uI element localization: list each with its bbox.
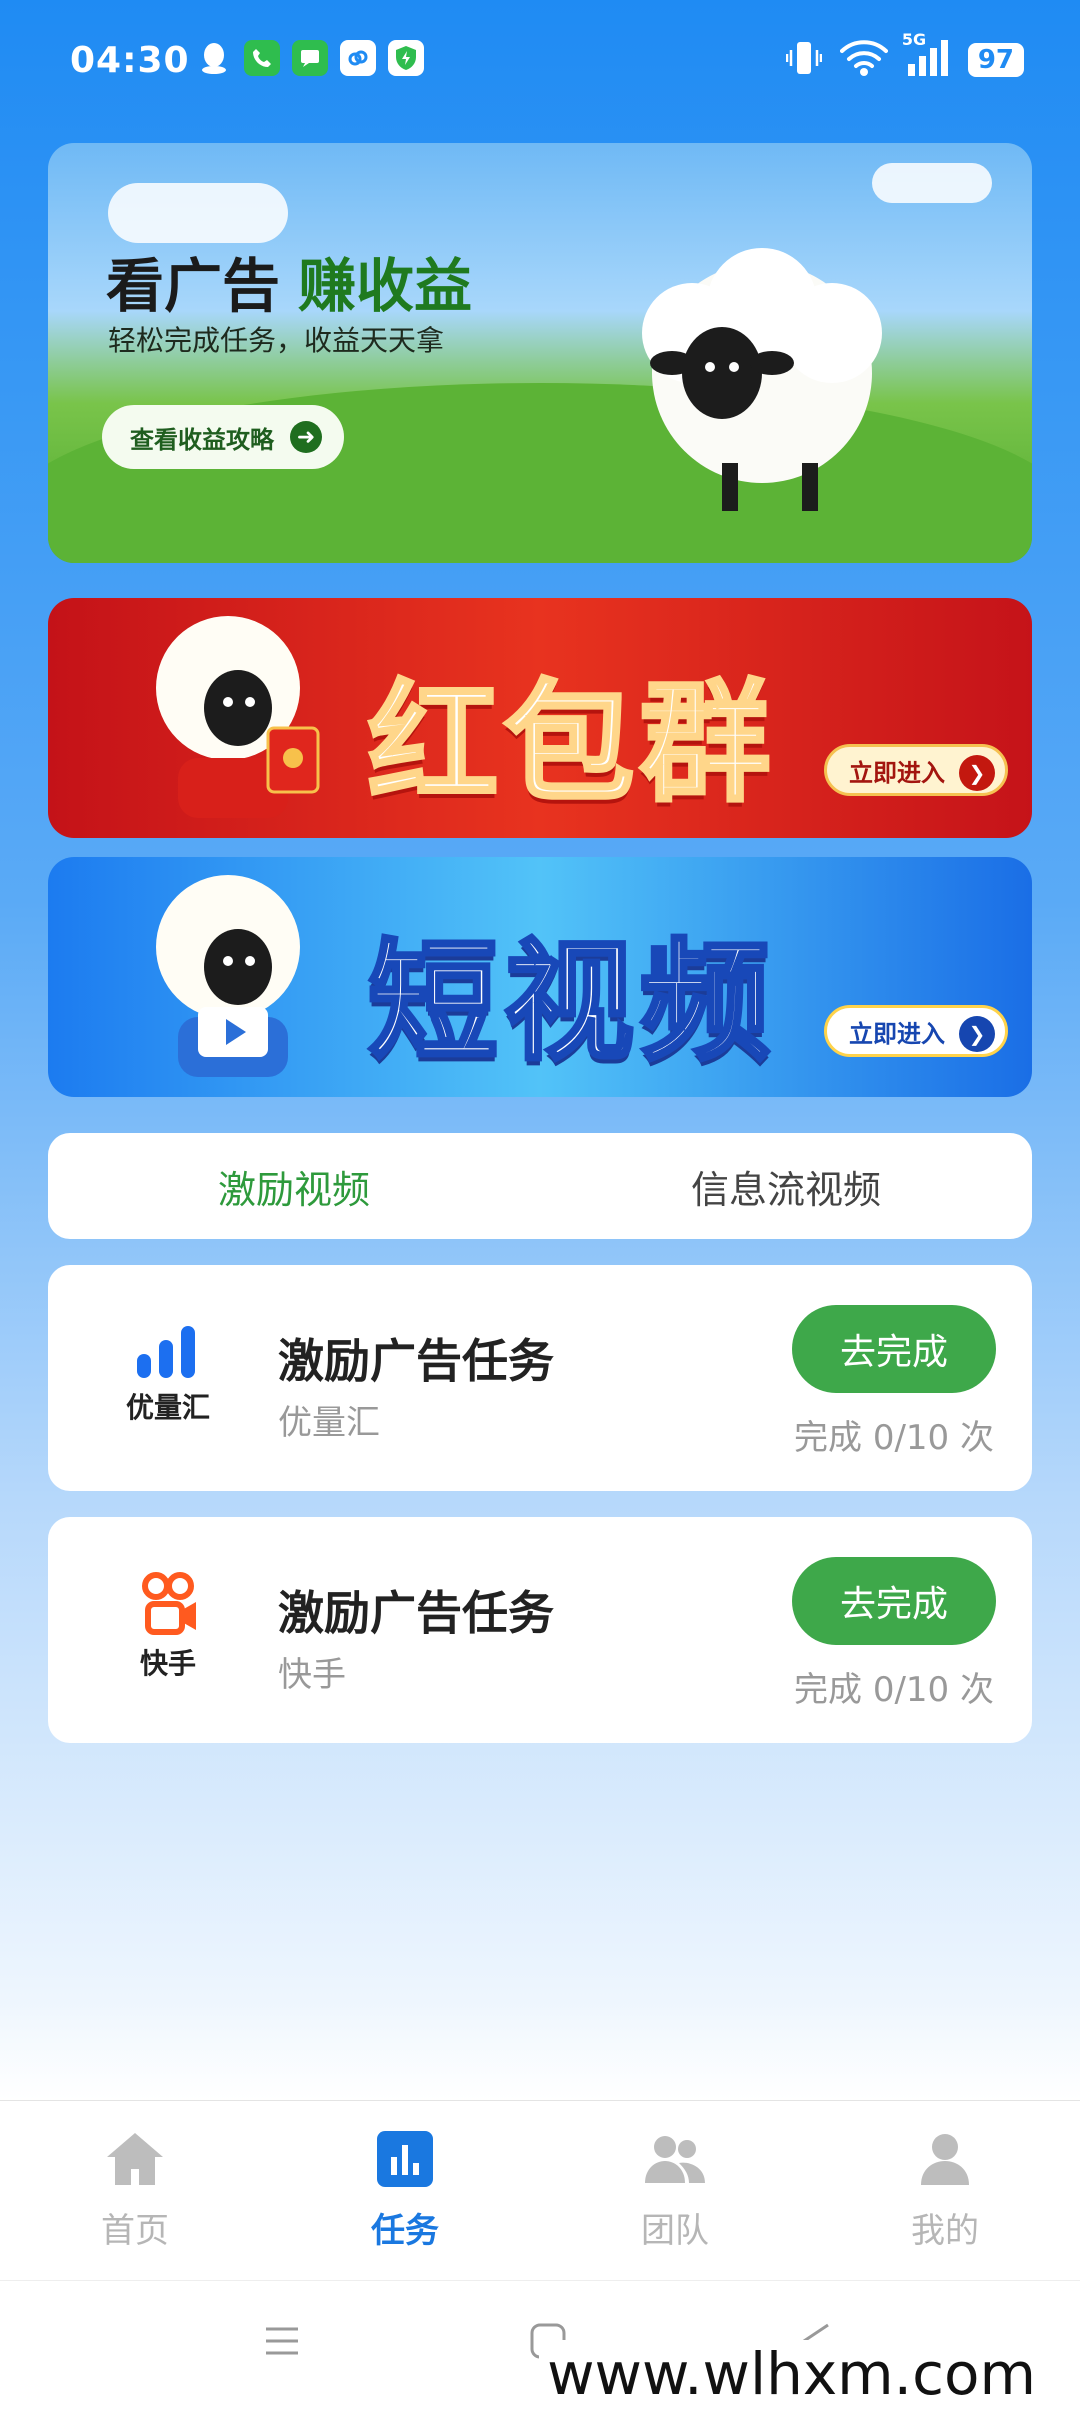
nav-profile[interactable]: 我的 bbox=[810, 2101, 1080, 2280]
short-video-banner[interactable]: 短视频 立即进入 ❯ bbox=[48, 857, 1032, 1097]
home-icon bbox=[107, 2133, 163, 2185]
enter-red-packet-button[interactable]: 立即进入 ❯ bbox=[824, 744, 1008, 796]
system-status-icons: 5G 97 bbox=[785, 30, 1024, 82]
view-earnings-guide-button[interactable]: 查看收益攻略 ➜ bbox=[102, 405, 344, 469]
battery-indicator: 97 bbox=[967, 43, 1024, 77]
cloud-decoration bbox=[108, 183, 288, 243]
qq-icon bbox=[196, 40, 232, 76]
vibrate-icon bbox=[785, 38, 823, 82]
nav-team[interactable]: 团队 bbox=[540, 2101, 810, 2280]
cloud-link-icon bbox=[340, 40, 376, 76]
task-chart-icon bbox=[377, 2131, 433, 2187]
sheep-mascot-illustration bbox=[642, 248, 882, 511]
banner-subtitle: 轻松完成任务，收益天天拿 bbox=[108, 324, 445, 357]
task-progress: 完成 0/10 次 bbox=[794, 1670, 994, 1710]
tab-incentive-video[interactable]: 激励视频 bbox=[48, 1133, 540, 1239]
task-card: 快手 激励广告任务 快手 去完成 完成 0/10 次 bbox=[48, 1517, 1032, 1743]
banner-title: 红包群 bbox=[366, 665, 777, 821]
security-shield-icon bbox=[388, 40, 424, 76]
menu-icon[interactable] bbox=[262, 2321, 302, 2361]
sheep-red-packet-illustration bbox=[156, 616, 320, 818]
profile-icon bbox=[921, 2134, 969, 2185]
go-complete-button[interactable]: 去完成 bbox=[792, 1305, 996, 1393]
enter-short-video-button[interactable]: 立即进入 ❯ bbox=[824, 1005, 1008, 1057]
message-icon bbox=[292, 40, 328, 76]
youlianghui-logo: 优量汇 bbox=[108, 1315, 228, 1435]
banner-title: 看广告 赚收益 bbox=[106, 252, 473, 320]
video-type-tabs: 激励视频 信息流视频 bbox=[48, 1133, 1032, 1239]
nav-tasks[interactable]: 任务 bbox=[270, 2101, 540, 2280]
arrow-right-icon: ❯ bbox=[959, 1016, 995, 1052]
notification-icons bbox=[196, 40, 424, 76]
go-complete-button[interactable]: 去完成 bbox=[792, 1557, 996, 1645]
task-card: 优量汇 激励广告任务 优量汇 去完成 完成 0/10 次 bbox=[48, 1265, 1032, 1491]
arrow-right-icon: ➜ bbox=[290, 421, 322, 453]
task-progress: 完成 0/10 次 bbox=[794, 1418, 994, 1458]
bottom-navigation: 首页 任务 团队 我的 bbox=[0, 2100, 1080, 2280]
status-time: 04:30 bbox=[70, 40, 190, 81]
sheep-video-illustration bbox=[156, 875, 300, 1077]
tab-feed-video[interactable]: 信息流视频 bbox=[540, 1133, 1032, 1239]
bar-chart-icon bbox=[137, 1326, 195, 1378]
team-icon bbox=[645, 2136, 705, 2183]
task-source: 优量汇 bbox=[278, 1403, 380, 1443]
cloud-decoration bbox=[872, 163, 992, 203]
task-name: 激励广告任务 bbox=[278, 1586, 554, 1640]
watermark-text: www.wlhxm.com bbox=[539, 2340, 1044, 2408]
phone-icon bbox=[244, 40, 280, 76]
banner-title: 短视频 bbox=[366, 924, 777, 1080]
status-bar: 04:30 5G 97 bbox=[0, 0, 1080, 120]
cellular-signal-icon: 5G bbox=[902, 30, 950, 82]
nav-home[interactable]: 首页 bbox=[0, 2101, 270, 2280]
task-name: 激励广告任务 bbox=[278, 1334, 554, 1388]
wifi-icon bbox=[839, 39, 888, 81]
kuaishou-camera-icon bbox=[142, 1572, 196, 1635]
kuaishou-logo: 快手 bbox=[108, 1567, 228, 1687]
red-packet-banner[interactable]: 红包群 立即进入 ❯ bbox=[48, 598, 1032, 838]
task-source: 快手 bbox=[278, 1655, 346, 1695]
earn-banner[interactable]: 看广告 赚收益 轻松完成任务，收益天天拿 查看收益攻略 ➜ bbox=[48, 143, 1032, 563]
arrow-right-icon: ❯ bbox=[959, 755, 995, 791]
